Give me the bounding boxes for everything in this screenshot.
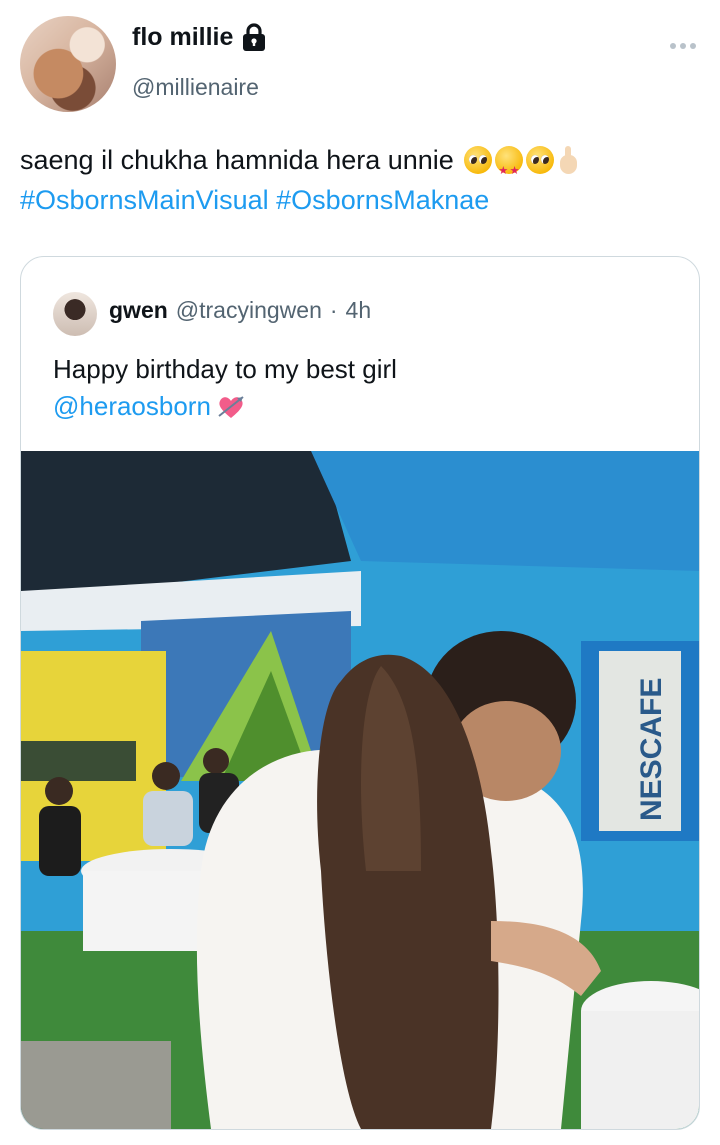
attached-photo[interactable]: NESCAFE <box>21 451 699 1129</box>
author-row: flo millie <box>132 22 267 52</box>
quoted-timestamp[interactable]: 4h <box>346 297 372 324</box>
author-handle[interactable]: @millienaire <box>132 74 259 101</box>
pleading-face-emoji-icon <box>464 146 493 174</box>
photo-image: NESCAFE <box>21 451 699 1129</box>
author-display-name[interactable]: flo millie <box>132 23 233 52</box>
avatar[interactable] <box>20 16 116 112</box>
nescafe-sign: NESCAFE <box>635 678 668 821</box>
separator-dot: · <box>329 297 338 323</box>
quoted-tweet[interactable]: gwen @tracyingwen · 4h Happy birthday to… <box>20 256 700 1130</box>
quoted-author-name[interactable]: gwen <box>109 297 168 324</box>
mention-link[interactable]: @heraosborn <box>53 391 211 421</box>
hashtag-link[interactable]: #OsbornsMaknae <box>276 185 489 215</box>
hashtag-link[interactable]: #OsbornsMainVisual <box>20 185 269 215</box>
heart-with-arrow-emoji-icon <box>218 396 244 418</box>
quoted-author-row: gwen @tracyingwen · 4h <box>109 297 371 324</box>
more-options-icon[interactable] <box>670 36 704 56</box>
quoted-author-handle[interactable]: @tracyingwen <box>176 297 322 324</box>
ok-hand-emoji-icon <box>557 146 581 174</box>
quoted-author-avatar[interactable] <box>53 292 97 336</box>
quoted-body: Happy birthday to my best girl <box>53 354 397 384</box>
tweet-body: saeng il chukha hamnida hera unnie <box>20 145 454 175</box>
tweet-text: saeng il chukha hamnida hera unnie #Osbo… <box>20 140 700 220</box>
pleading-face-emoji-icon <box>526 146 555 174</box>
star-struck-emoji-icon <box>495 146 524 191</box>
lock-icon <box>243 23 266 51</box>
quoted-tweet-text: Happy birthday to my best girl @heraosbo… <box>53 351 673 425</box>
